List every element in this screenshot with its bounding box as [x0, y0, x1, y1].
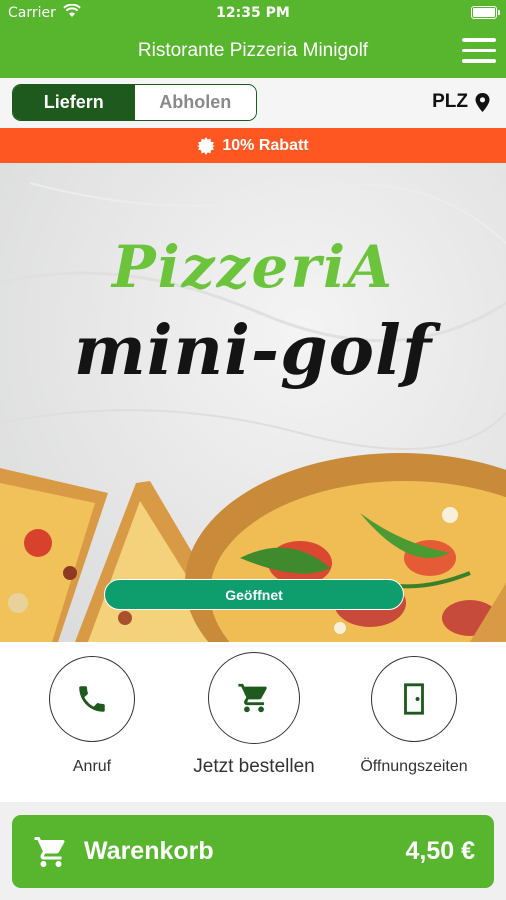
opening-hours-action[interactable]: Öffnungszeiten: [344, 656, 484, 776]
order-mode-toggle: Liefern Abholen: [12, 84, 257, 121]
call-label: Anruf: [72, 758, 112, 775]
battery-icon: [471, 6, 500, 19]
deliver-tab[interactable]: Liefern: [13, 85, 135, 120]
order-now-button[interactable]: [208, 652, 300, 744]
hero-banner: PizzeriA mini-golf Geöffnet: [0, 163, 506, 642]
status-bar: Carrier 12:35 PM: [0, 0, 506, 26]
open-status-badge: Geöffnet: [104, 579, 404, 610]
discount-badge-icon: [197, 136, 216, 155]
page-title: Ristorante Pizzeria Minigolf: [137, 40, 369, 61]
cart-total: 4,50 €: [405, 837, 475, 865]
app-header: Ristorante Pizzeria Minigolf: [0, 26, 506, 78]
shopping-cart-icon: [34, 837, 65, 867]
phone-icon: [79, 686, 105, 712]
postal-code-button[interactable]: PLZ: [432, 91, 490, 113]
order-mode-bar: Liefern Abholen PLZ: [0, 78, 506, 128]
hamburger-menu-icon[interactable]: [462, 38, 496, 64]
call-button[interactable]: [49, 656, 135, 742]
door-icon: [404, 683, 424, 715]
discount-banner: 10% Rabatt: [0, 128, 506, 163]
postal-code-label: PLZ: [432, 91, 468, 112]
cart-icon: [238, 683, 267, 713]
cart-footer: Warenkorb 4,50 €: [0, 802, 506, 900]
pickup-tab[interactable]: Abholen: [134, 85, 256, 120]
order-now-action[interactable]: Jetzt bestellen: [184, 652, 324, 778]
logo-minigolf: mini-golf: [73, 311, 433, 391]
clock: 12:35 PM: [216, 5, 290, 21]
location-pin-icon: [475, 92, 490, 112]
order-now-label: Jetzt bestellen: [193, 756, 315, 777]
discount-text: 10% Rabatt: [222, 136, 309, 154]
quick-actions: Anruf Jetzt bestellen Öffnungszeiten: [0, 642, 506, 802]
call-action[interactable]: Anruf: [22, 656, 162, 776]
opening-hours-label: Öffnungszeiten: [360, 758, 468, 775]
logo-pizzeria: PizzeriA: [111, 233, 394, 301]
opening-hours-button[interactable]: [371, 656, 457, 742]
cart-button[interactable]: Warenkorb 4,50 €: [12, 815, 494, 888]
cart-label: Warenkorb: [84, 837, 214, 865]
